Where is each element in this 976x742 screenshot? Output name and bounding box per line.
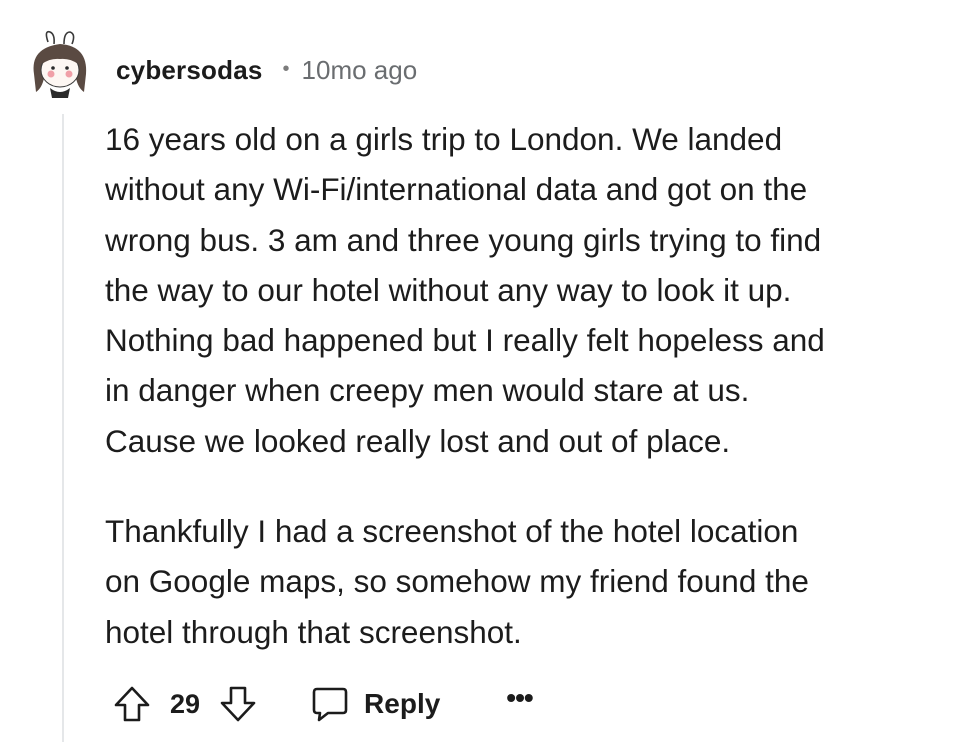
upvote-button[interactable] [112, 684, 152, 724]
downvote-button[interactable] [218, 684, 258, 724]
downvote-arrow-icon [220, 686, 256, 722]
avatar[interactable] [22, 28, 98, 104]
timestamp[interactable]: 10mo ago [302, 55, 418, 86]
comment-paragraph: 16 years old on a girls trip to London. … [105, 121, 825, 459]
comment: cybersodas • 10mo ago 16 years old on a … [0, 0, 976, 742]
vote-count: 29 [170, 688, 201, 719]
reply-icon-wrap [310, 684, 350, 724]
comment-paragraph: Thankfully I had a screenshot of the hot… [105, 513, 809, 650]
upvote-arrow-icon [114, 686, 150, 722]
more-options-icon[interactable]: ••• [506, 682, 533, 714]
meta-separator: • [282, 57, 290, 80]
comment-actions: 29 Reply ••• [112, 680, 534, 728]
comment-body: 16 years old on a girls trip to London. … [105, 114, 965, 657]
avatar-icon [33, 30, 87, 98]
username-link[interactable]: cybersodas [116, 55, 263, 86]
reply-label: Reply [364, 688, 441, 719]
thread-line[interactable] [62, 114, 64, 742]
comment-header: cybersodas • 10mo ago [116, 50, 417, 90]
speech-bubble-icon [312, 687, 348, 722]
reply-button[interactable]: Reply [310, 684, 440, 724]
